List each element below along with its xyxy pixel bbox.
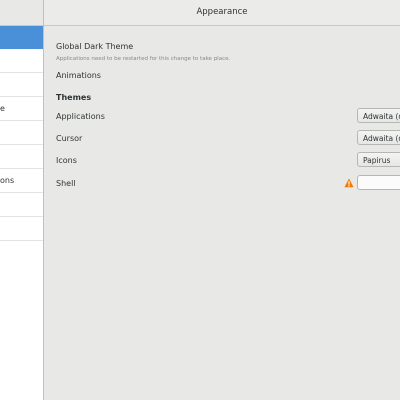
dark-theme-note: Applications need to be restarted for th…: [56, 56, 231, 62]
dark-theme-label: Global Dark Theme: [56, 42, 134, 51]
sidebar-item[interactable]: [0, 193, 43, 217]
sidebar-item[interactable]: [0, 73, 43, 97]
sidebar-item[interactable]: [0, 49, 43, 73]
applications-label: Applications: [56, 112, 105, 121]
sidebar-item-label: ons: [0, 176, 15, 185]
sidebar-item[interactable]: [0, 217, 43, 241]
sidebar-item[interactable]: [0, 121, 43, 145]
applications-theme-dropdown[interactable]: Adwaita (d: [357, 108, 400, 123]
cursor-label: Cursor: [56, 134, 83, 143]
sidebar-item[interactable]: e: [0, 97, 43, 121]
header-bar: Appearance: [44, 0, 400, 26]
warning-icon: [344, 178, 354, 188]
sidebar-item[interactable]: ons: [0, 169, 43, 193]
sidebar-item[interactable]: [0, 145, 43, 169]
animations-label: Animations: [56, 71, 101, 80]
sidebar-header: [0, 0, 43, 26]
themes-heading: Themes: [56, 93, 92, 102]
icons-theme-dropdown[interactable]: Papirus: [357, 152, 400, 167]
icons-label: Icons: [56, 156, 77, 165]
cursor-theme-dropdown[interactable]: Adwaita (d: [357, 130, 400, 145]
sidebar: e ons: [0, 0, 44, 400]
sidebar-item-selected[interactable]: [0, 25, 43, 49]
window-title: Appearance: [196, 7, 248, 17]
sidebar-item-label: e: [0, 104, 5, 113]
appearance-panel: Global Dark Theme Applications need to b…: [44, 26, 400, 400]
shell-label: Shell: [56, 179, 76, 188]
shell-theme-dropdown[interactable]: [357, 175, 400, 190]
